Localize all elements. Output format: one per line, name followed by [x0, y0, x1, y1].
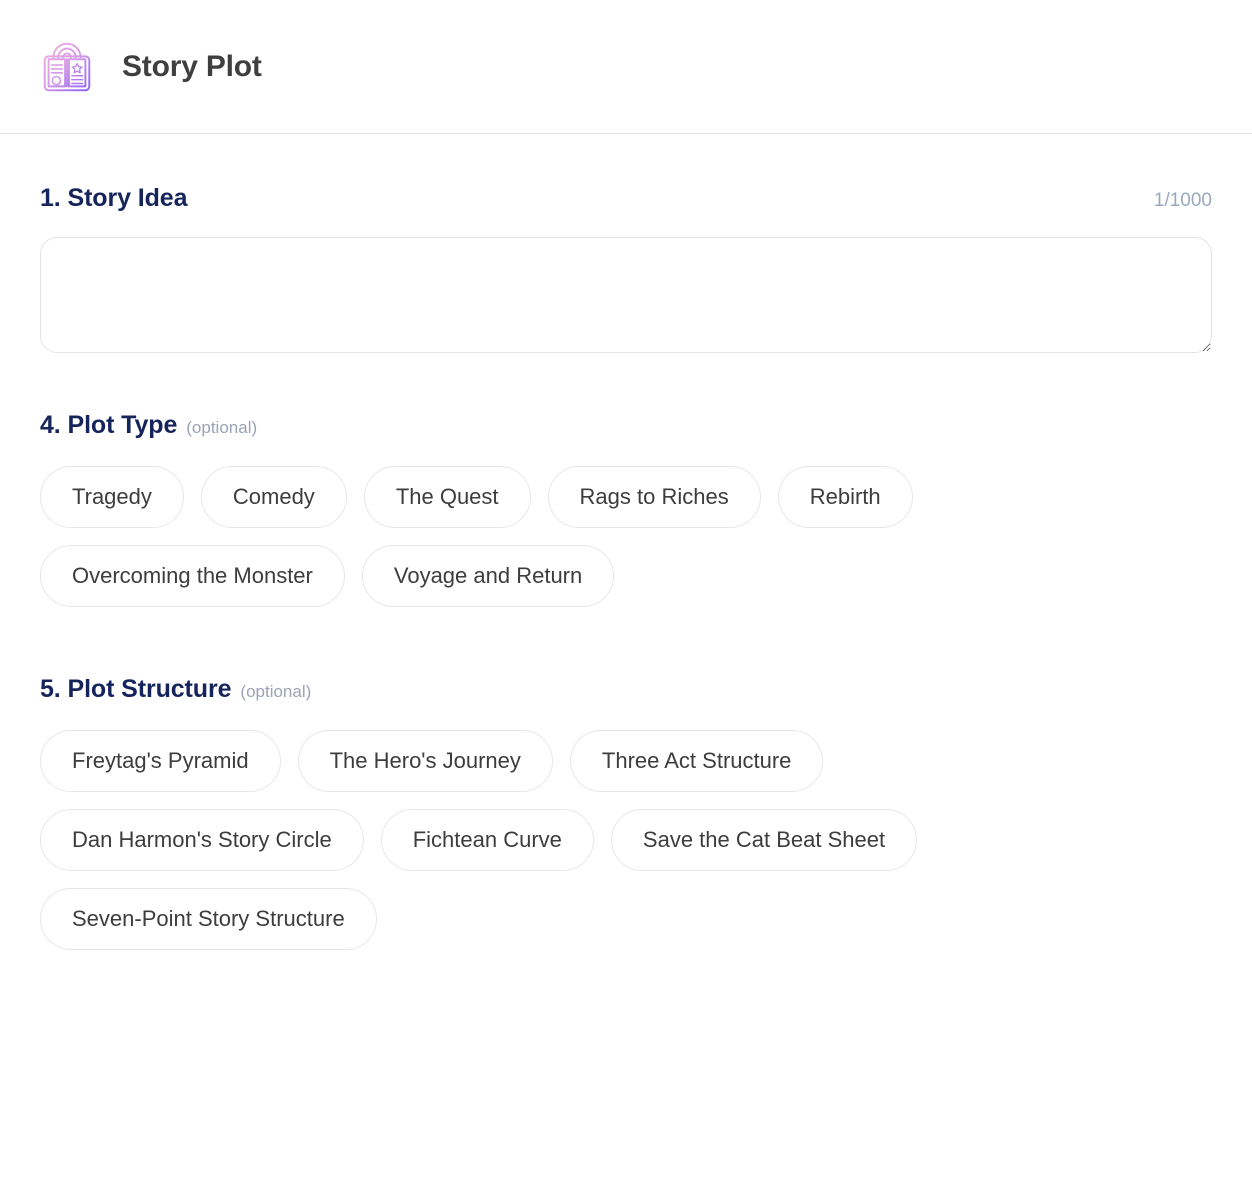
story-idea-input[interactable] — [40, 237, 1212, 353]
plot-structure-chip-6[interactable]: Seven-Point Story Structure — [40, 888, 377, 950]
plot-structure-options: Freytag's Pyramid The Hero's Journey Three… — [40, 730, 1160, 950]
plot-type-chip-1[interactable]: Comedy — [200, 466, 347, 528]
plot-type-chip-2[interactable]: The Quest — [363, 466, 531, 528]
plot-structure-chip-3[interactable]: Dan Harmon's Story Circle — [40, 809, 364, 871]
plot-type-chip-3[interactable]: Rags to Riches — [547, 466, 761, 528]
page-title: Story Plot — [122, 49, 262, 83]
plot-structure-chip-2[interactable]: Three Act Structure — [569, 730, 824, 792]
page-content: 1. Story Idea 1/1000 4. Plot Type (optio… — [0, 134, 1252, 950]
app-header: Story Plot — [0, 0, 1252, 134]
plot-type-title: 4. Plot Type — [40, 411, 178, 439]
plot-type-header: 4. Plot Type (optional) — [40, 411, 1212, 440]
story-idea-header: 1. Story Idea 1/1000 — [40, 184, 1212, 213]
plot-type-chip-6[interactable]: Voyage and Return — [361, 545, 615, 607]
plot-type-chip-0[interactable]: Tragedy — [40, 466, 184, 528]
story-idea-title: 1. Story Idea — [40, 184, 188, 212]
plot-structure-chip-5[interactable]: Save the Cat Beat Sheet — [610, 809, 918, 871]
plot-structure-title: 5. Plot Structure — [40, 675, 232, 703]
plot-type-chip-4[interactable]: Rebirth — [777, 466, 913, 528]
plot-structure-chip-1[interactable]: The Hero's Journey — [297, 730, 553, 792]
section-plot-type: 4. Plot Type (optional) Tragedy Comedy The… — [40, 411, 1212, 607]
story-book-icon — [36, 36, 98, 98]
plot-structure-optional-label: (optional) — [240, 682, 312, 701]
story-idea-char-counter: 1/1000 — [1153, 190, 1212, 211]
plot-structure-chip-0[interactable]: Freytag's Pyramid — [40, 730, 281, 792]
plot-type-optional-label: (optional) — [186, 418, 258, 437]
section-plot-structure: 5. Plot Structure (optional) Freytag's P… — [40, 675, 1212, 950]
plot-structure-chip-4[interactable]: Fichtean Curve — [380, 809, 594, 871]
plot-type-chip-5[interactable]: Overcoming the Monster — [40, 545, 345, 607]
plot-structure-header: 5. Plot Structure (optional) — [40, 675, 1212, 704]
plot-type-options: Tragedy Comedy The Quest Rags to Riches Rebi… — [40, 466, 1160, 607]
section-story-idea: 1. Story Idea 1/1000 — [40, 184, 1212, 353]
